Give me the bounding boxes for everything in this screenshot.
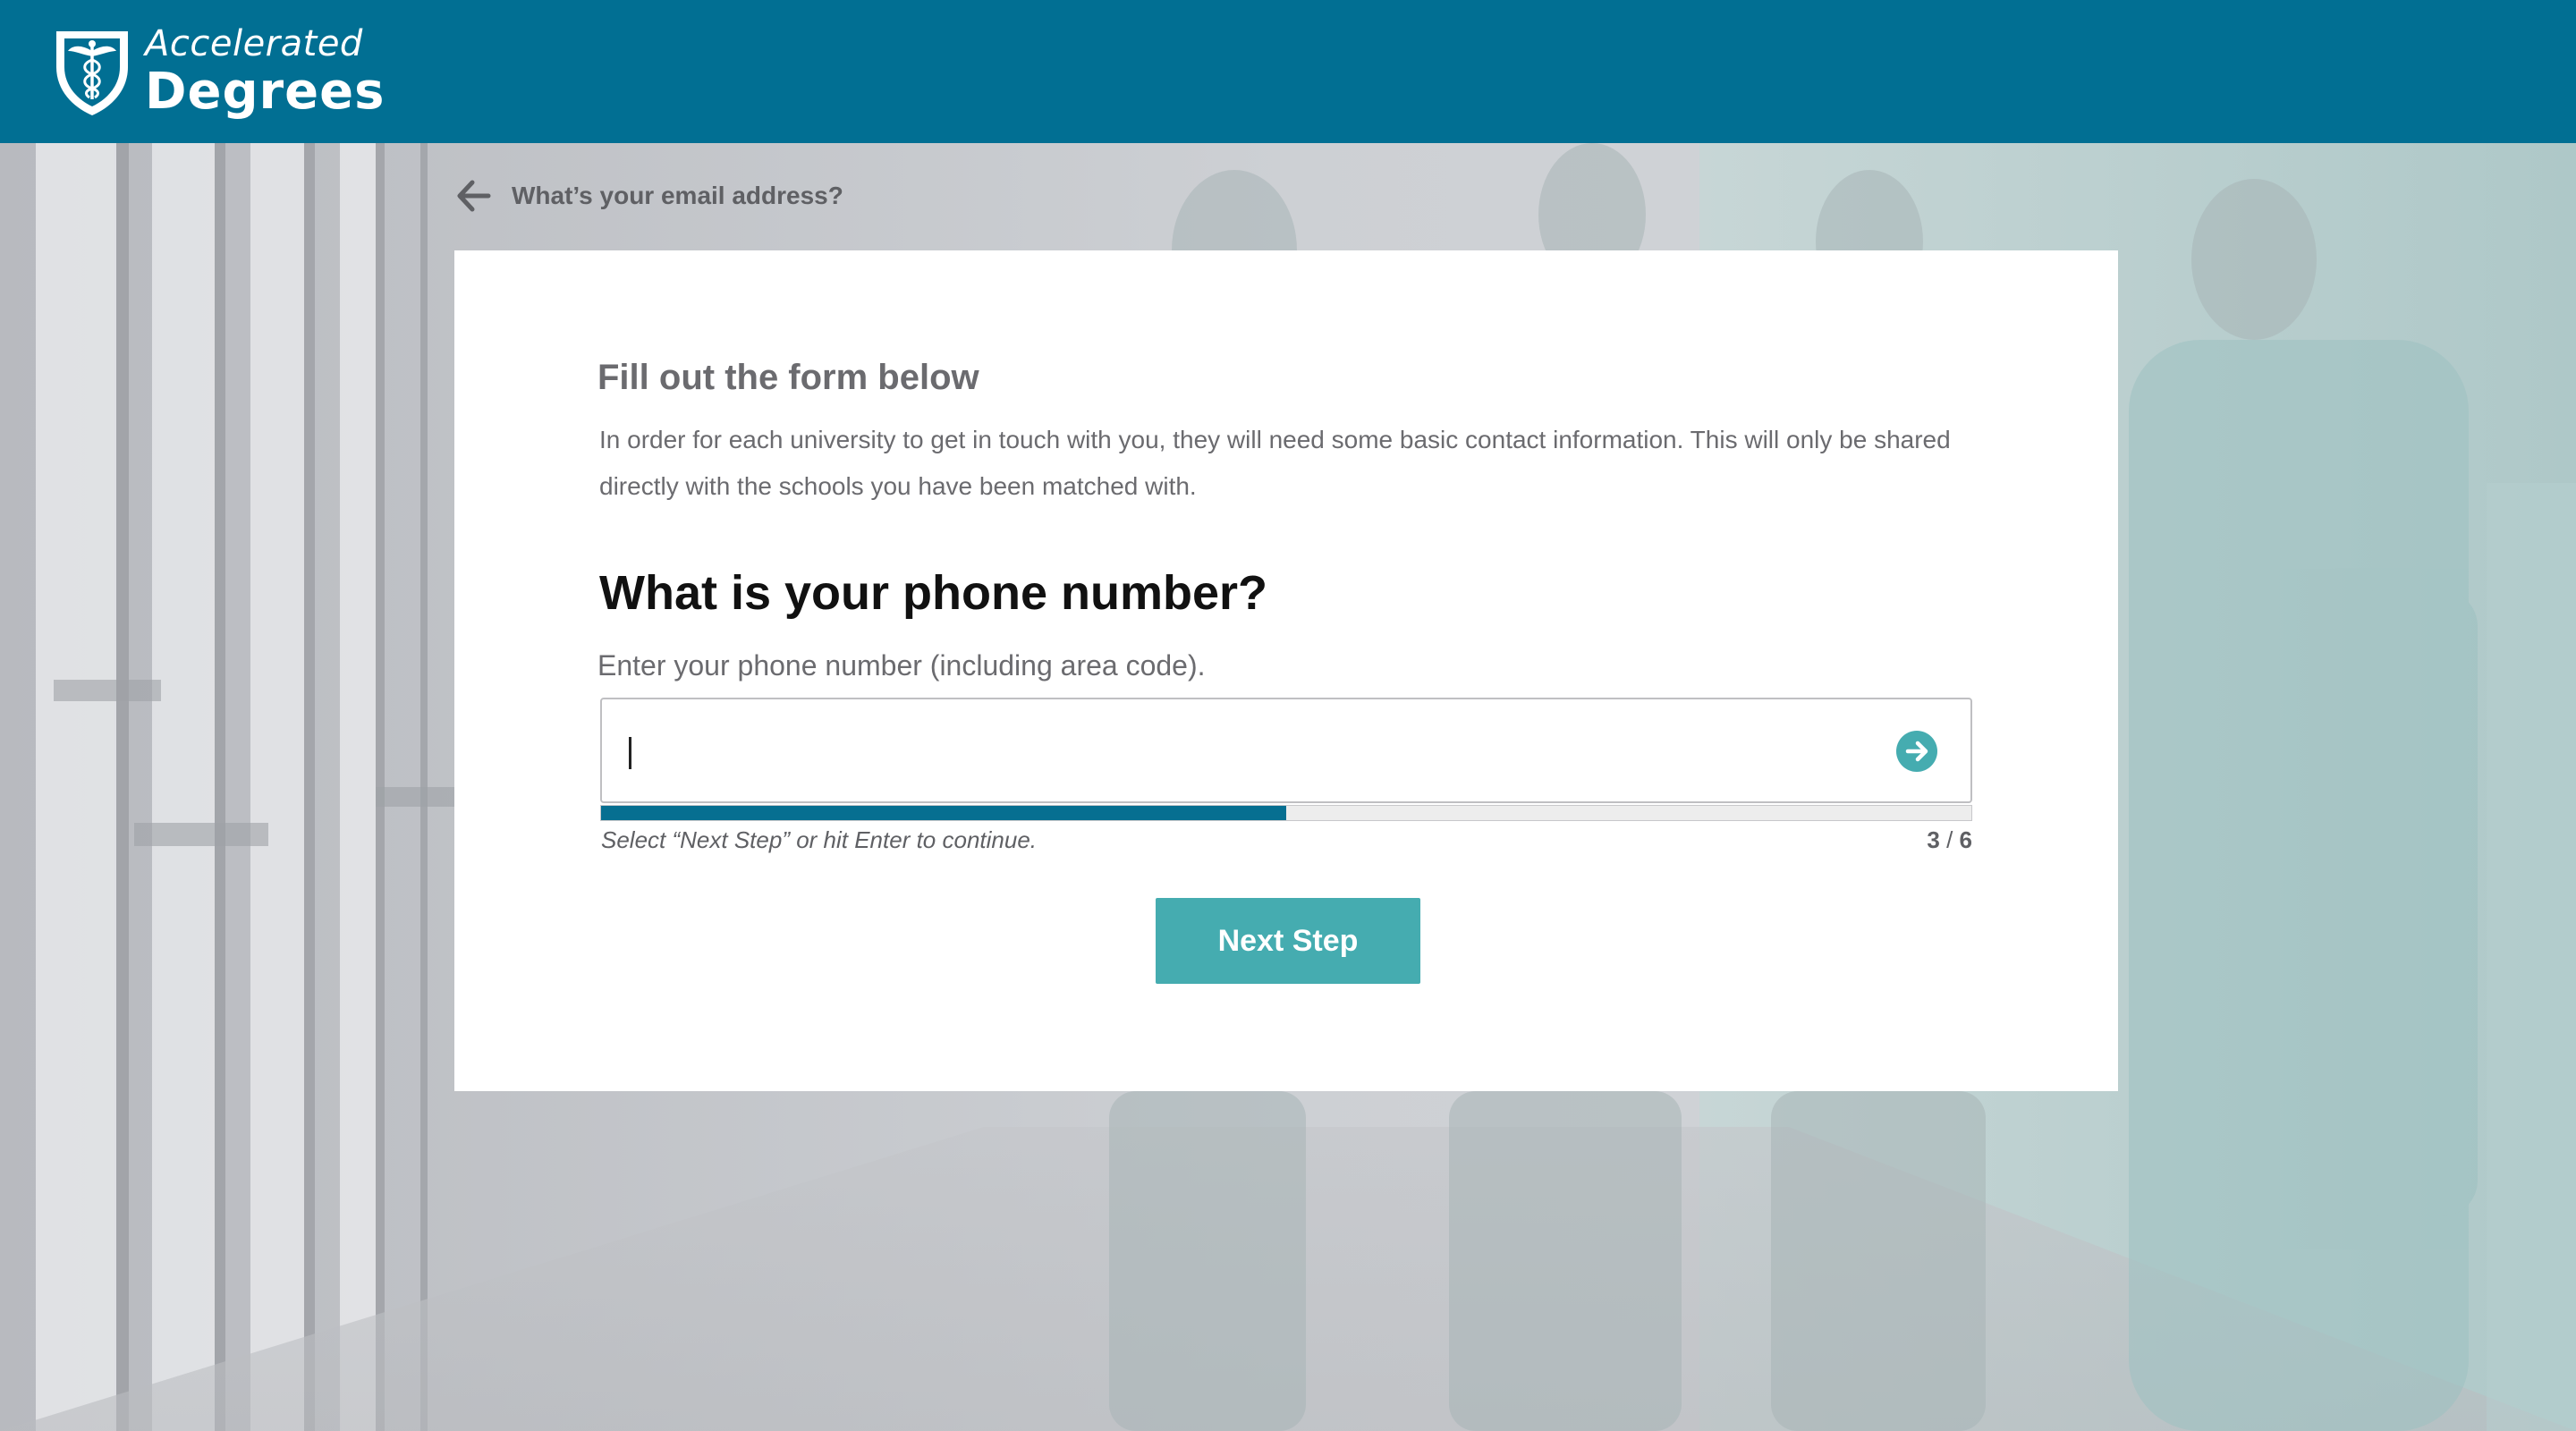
- logo-line2: Degrees: [145, 63, 386, 121]
- phone-input[interactable]: [627, 717, 1865, 787]
- step-counter: 3 / 6: [1927, 826, 1972, 854]
- step-current: 3: [1927, 826, 1940, 853]
- intro-title: Fill out the form below: [597, 358, 979, 397]
- text-caret: [629, 737, 631, 769]
- logo[interactable]: Accelerated Degrees: [52, 25, 385, 118]
- phone-input-wrapper: [600, 698, 1972, 803]
- question-title: What is your phone number?: [599, 566, 1268, 620]
- caduceus-shield-icon: [56, 31, 128, 115]
- site-header: Accelerated Degrees: [0, 0, 2576, 143]
- question-hint: Enter your phone number (including area …: [597, 649, 1206, 682]
- logo-line1: Accelerated: [145, 23, 363, 64]
- back-link[interactable]: What’s your email address?: [453, 175, 843, 216]
- progress-bar-fill: [601, 806, 1286, 820]
- back-link-label: What’s your email address?: [512, 182, 843, 209]
- continue-hint: Select “Next Step” or hit Enter to conti…: [601, 826, 1038, 853]
- next-step-button[interactable]: Next Step: [1156, 898, 1420, 984]
- step-total: 6: [1959, 826, 1972, 853]
- intro-text: In order for each university to get in t…: [599, 426, 1951, 500]
- step-separator: /: [1939, 826, 1960, 853]
- arrow-left-icon: [457, 180, 491, 212]
- form-card: Fill out the form below In order for eac…: [454, 250, 2118, 1091]
- logo-text: Accelerated Degrees: [145, 26, 385, 117]
- arrow-right-circle-icon[interactable]: [1895, 730, 1938, 773]
- progress-bar: [600, 805, 1972, 821]
- page: Accelerated Degrees What’s your email ad…: [0, 0, 2576, 1431]
